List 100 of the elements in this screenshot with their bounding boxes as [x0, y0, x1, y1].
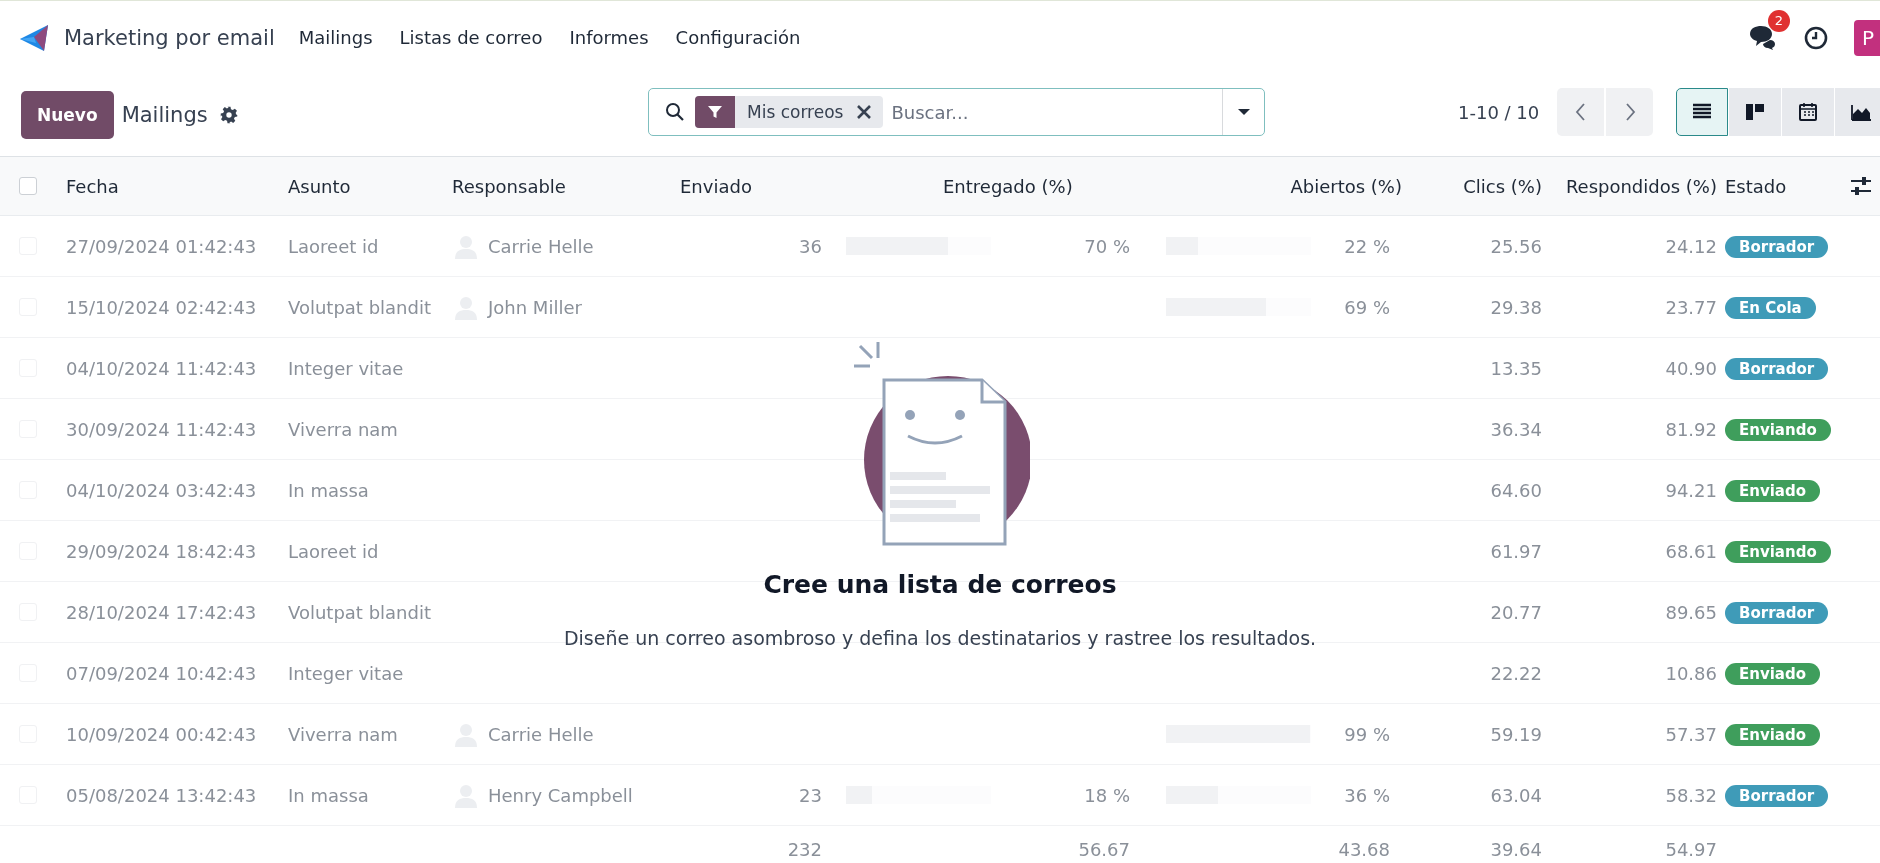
column-header[interactable]: Entregado (%) — [830, 175, 1150, 197]
table-cell-text: Integer vitae — [288, 357, 405, 379]
column-header[interactable]: Enviado — [680, 175, 830, 197]
table-cell: 22 % — [1344, 235, 1390, 257]
empty-state-title: Cree una lista de correos — [763, 570, 1117, 599]
filter-icon — [707, 104, 723, 120]
pager-value: 1-10 / 10 — [1458, 102, 1540, 123]
status-badge: En Cola — [1725, 296, 1816, 319]
table-cell-text: 61.97 — [1489, 540, 1543, 562]
table-cell-text: 36 — [798, 235, 823, 257]
clock-icon[interactable] — [1804, 25, 1828, 50]
table-cell-text: 94.21 — [1664, 479, 1718, 501]
app-logo-icon[interactable] — [18, 22, 50, 53]
empty-state-text: Diseñe un correo asombroso y defina los destinatarios y rastree los resultados. — [563, 627, 1317, 649]
table-cell-text: 59.19 — [1489, 723, 1543, 745]
status-badge: Borrador — [1725, 357, 1829, 380]
status-badge: Borrador — [1725, 601, 1829, 624]
status-badge: Enviado — [1725, 479, 1820, 502]
view-switch-button[interactable] — [1676, 88, 1728, 136]
calendar-icon — [1797, 101, 1819, 123]
table-cell-text: 30/09/2024 11:42:43 — [66, 418, 258, 440]
status-badge: Borrador — [1725, 235, 1829, 258]
table-cell-text: 22.22 — [1489, 662, 1543, 684]
table-cell-text: In massa — [288, 784, 370, 806]
caret-icon — [1236, 108, 1251, 116]
search-field[interactable]: Mis correos Buscar... — [648, 88, 1265, 136]
total-value: 39.64 — [1489, 839, 1543, 860]
total-value: 56.67 — [1077, 839, 1131, 860]
settings-icon[interactable] — [219, 106, 238, 124]
table-cell-text: 04/10/2024 11:42:43 — [66, 357, 258, 379]
status-badge: Enviado — [1725, 723, 1820, 746]
table-cell-text: 27/09/2024 01:42:43 — [66, 235, 258, 257]
facet-label: Mis correos — [746, 102, 845, 122]
status-badge: Enviando — [1725, 418, 1831, 441]
previous-button[interactable] — [1557, 88, 1604, 136]
breadcrumb: Mailings — [121, 103, 208, 127]
table-cell-text: 81.92 — [1664, 418, 1718, 440]
table-cell-text: Volutpat blandit — [288, 296, 432, 318]
column-header[interactable]: Clics (%) — [1410, 175, 1550, 197]
table-cell: Carrie Helle — [488, 723, 594, 745]
column-header[interactable]: Abiertos (%) — [1150, 175, 1410, 197]
menu-item[interactable]: Listas de correo — [399, 27, 543, 48]
table-cell-text: 68.61 — [1664, 540, 1718, 562]
notification-badge: 2 — [1768, 9, 1790, 32]
table-cell-text: 58.32 — [1664, 784, 1718, 806]
table-cell-text: 10/09/2024 00:42:43 — [66, 723, 258, 745]
table-cell-text: 64.60 — [1489, 479, 1543, 501]
table-cell-text: 89.65 — [1664, 601, 1718, 623]
table-cell-text: 29.38 — [1489, 296, 1543, 318]
column-header[interactable]: Fecha — [66, 175, 288, 197]
next-button[interactable] — [1606, 88, 1653, 136]
table-cell-text: Laoreet id — [288, 235, 380, 257]
status-badge: Enviado — [1725, 662, 1820, 685]
total-value: 54.97 — [1664, 839, 1718, 860]
status-badge: Enviando — [1725, 540, 1831, 563]
menu-item[interactable]: Informes — [569, 27, 649, 48]
table-cell-text: 25.56 — [1489, 235, 1543, 257]
column-settings-icon[interactable] — [1850, 176, 1872, 196]
table-cell-text: 57.37 — [1664, 723, 1718, 745]
table-cell-text: 28/10/2024 17:42:43 — [66, 601, 258, 623]
table-cell: Carrie Helle — [488, 235, 594, 257]
column-header[interactable]: Respondidos (%) — [1550, 175, 1725, 197]
column-header[interactable]: Estado — [1725, 175, 1850, 197]
table-cell-text: 04/10/2024 03:42:43 — [66, 479, 258, 501]
search-icon — [665, 102, 685, 122]
close-icon[interactable] — [855, 103, 874, 121]
kanban-icon — [1744, 101, 1766, 123]
total-value: 232 — [786, 839, 823, 860]
menu-item[interactable]: Configuración — [675, 27, 801, 48]
menu-item[interactable]: Mailings — [298, 27, 373, 48]
new-button[interactable]: Nuevo — [21, 91, 114, 139]
user-avatar[interactable]: P — [1854, 19, 1880, 56]
total-value: 43.68 — [1337, 839, 1391, 860]
table-cell-text: 10.86 — [1664, 662, 1718, 684]
table-cell: 69 % — [1344, 296, 1390, 318]
table-cell-text: 20.77 — [1489, 601, 1543, 623]
column-header[interactable]: Asunto — [288, 175, 452, 197]
table-cell-text: 23 — [798, 784, 823, 806]
table-cell: 18 % — [1084, 784, 1130, 806]
table-cell-text: Integer vitae — [288, 662, 405, 684]
app-title[interactable]: Marketing por email — [64, 25, 275, 50]
table-cell-text: 40.90 — [1664, 357, 1718, 379]
table-cell-text: 05/08/2024 13:42:43 — [66, 784, 258, 806]
table-cell-text: Viverra nam — [288, 418, 399, 440]
table-cell-text: 29/09/2024 18:42:43 — [66, 540, 258, 562]
table-cell-text: 15/10/2024 02:42:43 — [66, 296, 258, 318]
table-cell: 70 % — [1084, 235, 1130, 257]
chat-icon[interactable] — [1748, 23, 1776, 50]
table-cell-text: Volutpat blandit — [288, 601, 432, 623]
table-cell-text: 63.04 — [1489, 784, 1543, 806]
table-cell-text: 07/09/2024 10:42:43 — [66, 662, 258, 684]
table-cell: John Miller — [488, 296, 582, 318]
table-cell: 99 % — [1344, 723, 1390, 745]
table-cell-text: 36.34 — [1489, 418, 1543, 440]
column-header[interactable]: Responsable — [452, 175, 680, 197]
status-badge: Borrador — [1725, 784, 1829, 807]
table-cell-text: In massa — [288, 479, 370, 501]
table-cell-text: 13.35 — [1489, 357, 1543, 379]
select-all-checkbox[interactable] — [19, 177, 37, 195]
filter-facet[interactable]: Mis correos — [695, 96, 884, 128]
